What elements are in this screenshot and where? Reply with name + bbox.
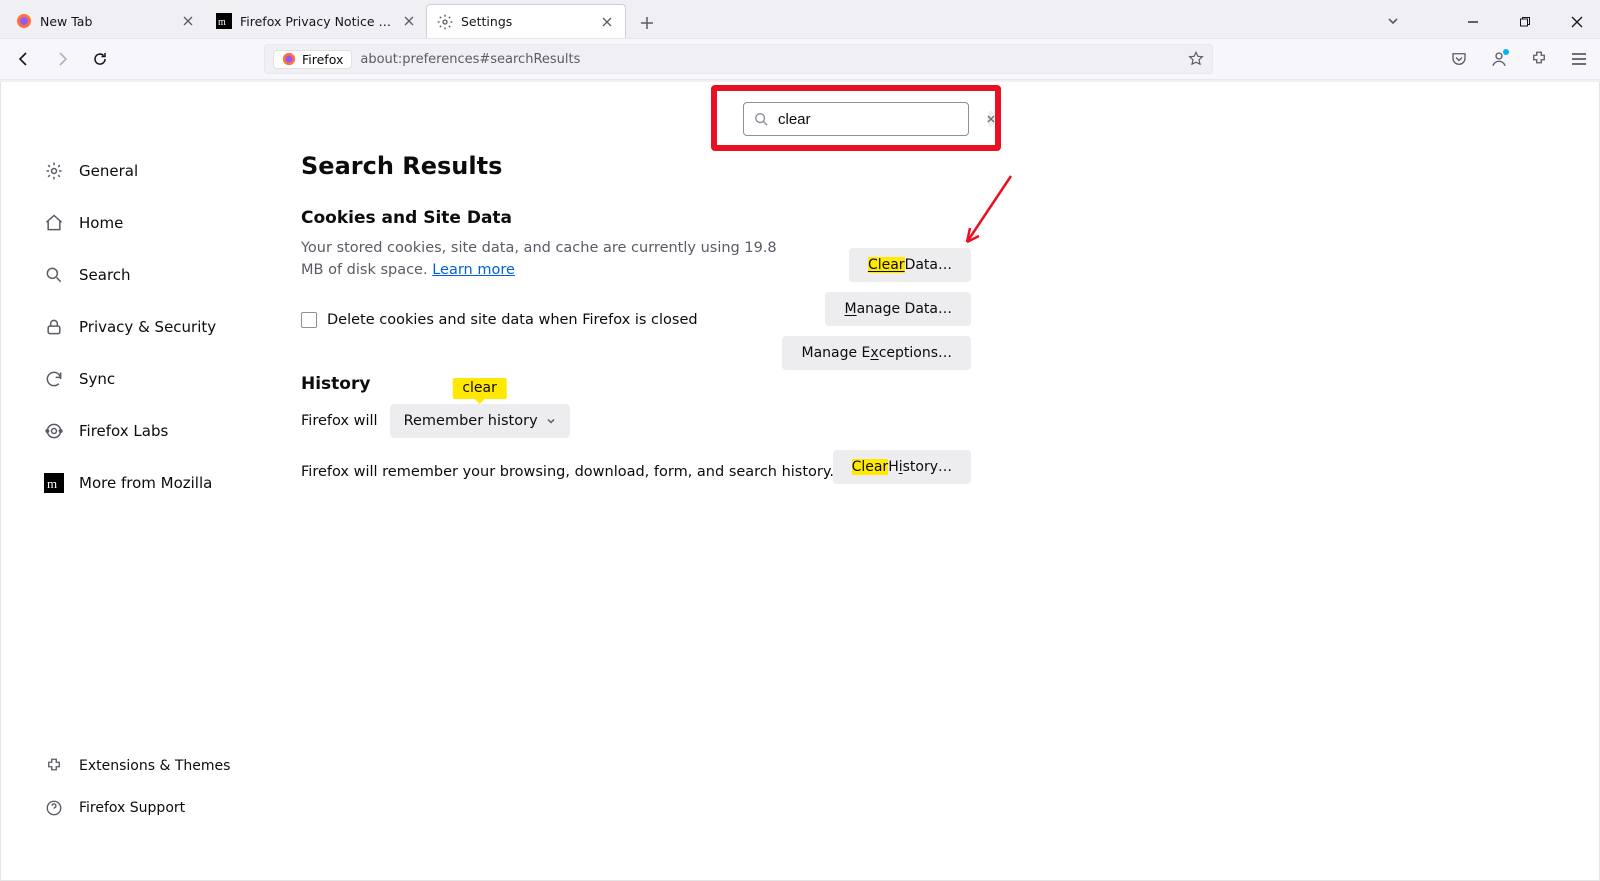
- identity-chip-label: Firefox: [302, 52, 343, 67]
- url-text: about:preferences#searchResults: [360, 52, 1180, 67]
- settings-sidebar: General Home Search Privacy & Security S…: [37, 154, 257, 500]
- clear-search-icon[interactable]: [987, 111, 995, 127]
- address-bar[interactable]: Firefox about:preferences#searchResults: [264, 44, 1213, 74]
- sync-icon: [43, 368, 65, 390]
- history-mode-row: Firefox will clear Remember history: [301, 404, 971, 438]
- tab-new-tab[interactable]: New Tab: [6, 4, 206, 38]
- close-icon[interactable]: [403, 13, 416, 29]
- close-icon[interactable]: [180, 13, 196, 29]
- tab-new-button[interactable]: [632, 8, 662, 38]
- bookmark-star-icon[interactable]: [1188, 51, 1204, 67]
- account-icon[interactable]: [1488, 48, 1510, 70]
- sidebar-item-label: Privacy & Security: [79, 318, 216, 336]
- list-all-tabs-button[interactable]: [1386, 14, 1400, 28]
- forward-button[interactable]: [48, 45, 76, 73]
- sidebar-item-search[interactable]: Search: [37, 258, 257, 292]
- chevron-down-icon: [546, 416, 556, 426]
- clear-history-button[interactable]: Clear History…: [833, 450, 971, 484]
- sidebar-item-extensions[interactable]: Extensions & Themes: [37, 752, 297, 780]
- cookies-description: Your stored cookies, site data, and cach…: [301, 238, 781, 282]
- select-label: Remember history: [404, 413, 538, 429]
- page-title: Search Results: [301, 152, 1559, 180]
- tab-privacy-notice[interactable]: m Firefox Privacy Notice — Mozil: [206, 4, 426, 38]
- cookies-heading: Cookies and Site Data: [301, 208, 971, 228]
- close-icon[interactable]: [599, 14, 615, 30]
- history-will-label: Firefox will: [301, 413, 378, 429]
- svg-text:m: m: [218, 17, 226, 28]
- tab-settings[interactable]: Settings: [426, 4, 626, 38]
- labs-icon: [43, 420, 65, 442]
- mozilla-icon: m: [43, 472, 65, 494]
- app-menu-icon[interactable]: [1568, 48, 1590, 70]
- sidebar-item-label: Search: [79, 266, 131, 284]
- sidebar-item-sync[interactable]: Sync: [37, 362, 257, 396]
- sidebar-item-support[interactable]: Firefox Support: [37, 794, 297, 822]
- sidebar-item-label: General: [79, 162, 138, 180]
- svg-text:m: m: [47, 476, 57, 491]
- sidebar-item-label: More from Mozilla: [79, 474, 212, 492]
- sidebar-item-label: Firefox Labs: [79, 422, 168, 440]
- sidebar-item-home[interactable]: Home: [37, 206, 257, 240]
- gear-icon: [437, 14, 453, 30]
- checkbox-icon: [301, 312, 317, 328]
- window-close-button[interactable]: [1560, 8, 1594, 36]
- mozilla-icon: m: [216, 13, 232, 29]
- clear-data-button[interactable]: Clear Data…: [849, 248, 971, 282]
- tab-title: New Tab: [40, 14, 172, 29]
- nav-toolbar: Firefox about:preferences#searchResults: [0, 38, 1600, 80]
- sidebar-item-label: Sync: [79, 370, 115, 388]
- search-icon: [43, 264, 65, 286]
- sidebar-item-more-mozilla[interactable]: m More from Mozilla: [37, 466, 257, 500]
- history-mode-select[interactable]: clear Remember history: [390, 404, 570, 438]
- sidebar-item-label: Home: [79, 214, 123, 232]
- search-match-tag: clear: [452, 378, 507, 399]
- help-icon: [43, 797, 65, 819]
- pocket-icon[interactable]: [1448, 48, 1470, 70]
- gear-icon: [43, 160, 65, 182]
- sidebar-item-label: Firefox Support: [79, 800, 185, 816]
- firefox-icon: [16, 13, 32, 29]
- window-controls: [1456, 8, 1594, 36]
- reload-button[interactable]: [86, 45, 114, 73]
- cookies-buttons: Clear Data… Manage Data… Manage Exceptio…: [782, 248, 971, 370]
- home-icon: [43, 212, 65, 234]
- lock-icon: [43, 316, 65, 338]
- annotation-search-highlight: [711, 85, 1001, 151]
- window-restore-button[interactable]: [1508, 8, 1542, 36]
- find-in-settings[interactable]: [743, 102, 969, 136]
- history-heading: History: [301, 374, 971, 394]
- settings-main: Search Results Cookies and Site Data You…: [301, 152, 1559, 526]
- sidebar-item-general[interactable]: General: [37, 154, 257, 188]
- manage-exceptions-button[interactable]: Manage Exceptions…: [782, 336, 971, 370]
- puzzle-icon: [43, 755, 65, 777]
- checkbox-label: Delete cookies and site data when Firefo…: [327, 312, 698, 328]
- tab-title: Settings: [461, 14, 591, 29]
- section-cookies: Cookies and Site Data Your stored cookie…: [301, 208, 971, 328]
- search-input[interactable]: [776, 110, 979, 129]
- search-icon: [754, 112, 768, 126]
- sidebar-item-labs[interactable]: Firefox Labs: [37, 414, 257, 448]
- tab-strip: New Tab m Firefox Privacy Notice — Mozil…: [0, 0, 1600, 38]
- back-button[interactable]: [10, 45, 38, 73]
- sidebar-item-privacy[interactable]: Privacy & Security: [37, 310, 257, 344]
- sidebar-item-label: Extensions & Themes: [79, 758, 230, 774]
- tab-title: Firefox Privacy Notice — Mozil: [240, 14, 395, 29]
- extensions-icon[interactable]: [1528, 48, 1550, 70]
- window-minimize-button[interactable]: [1456, 8, 1490, 36]
- preferences-page: General Home Search Privacy & Security S…: [0, 82, 1600, 881]
- section-history: History Firefox will clear Remember hist…: [301, 374, 971, 480]
- toolbar-right: [1448, 48, 1590, 70]
- learn-more-link[interactable]: Learn more: [432, 262, 515, 278]
- settings-sidebar-bottom: Extensions & Themes Firefox Support: [37, 752, 297, 822]
- identity-chip[interactable]: Firefox: [273, 50, 352, 69]
- manage-data-button[interactable]: Manage Data…: [825, 292, 971, 326]
